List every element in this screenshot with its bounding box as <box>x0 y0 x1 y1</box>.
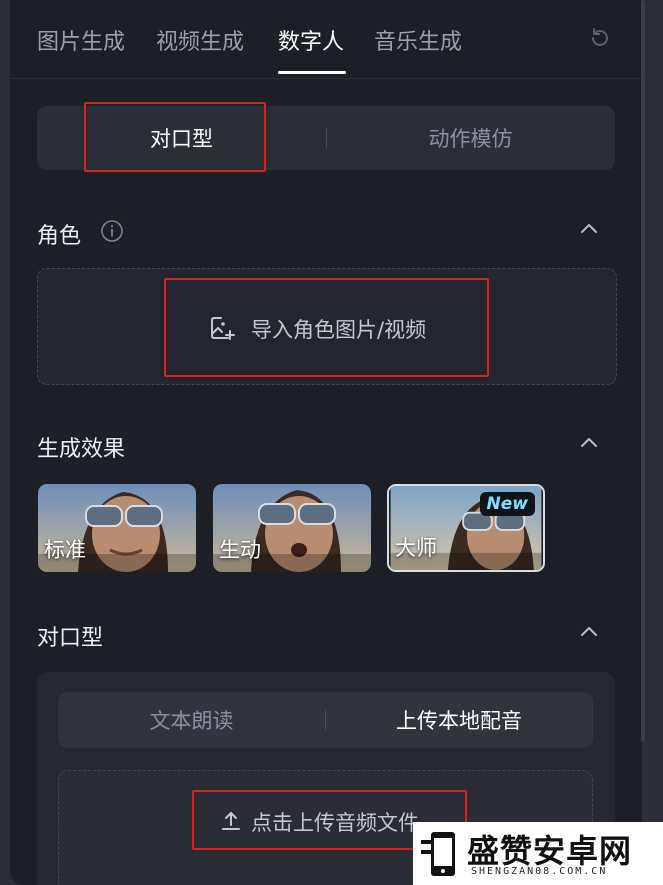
lipsync-collapse-chevron-icon[interactable] <box>580 625 598 637</box>
mode-option-lipsync[interactable]: 对口型 <box>37 106 326 170</box>
tab-digital-human[interactable]: 数字人 <box>278 24 344 56</box>
watermark: 盛赞安卓网 SHENGZAN08.COM.CN <box>413 822 663 885</box>
role-collapse-chevron-icon[interactable] <box>580 222 598 234</box>
scrollbar[interactable] <box>641 0 645 742</box>
digital-human-panel: 图片生成 视频生成 数字人 音乐生成 对口型 动作模仿 角色 导入角色图片/视频… <box>10 0 642 885</box>
effect-label: 生动 <box>219 538 261 562</box>
watermark-url: SHENGZAN08.COM.CN <box>471 866 608 877</box>
audio-source-toggle: 文本朗读 上传本地配音 <box>58 692 593 748</box>
refresh-icon[interactable] <box>588 26 612 50</box>
new-badge: New <box>479 492 535 516</box>
audio-upload-label: 点击上传音频文件 <box>251 811 419 835</box>
mode-toggle: 对口型 动作模仿 <box>37 106 615 170</box>
source-option-text-reading[interactable]: 文本朗读 <box>58 692 325 748</box>
lipsync-section-title: 对口型 <box>37 626 104 651</box>
tab-video-generation[interactable]: 视频生成 <box>156 24 244 56</box>
effect-label: 大师 <box>395 536 437 560</box>
effect-option-master[interactable]: New 大师 <box>387 484 545 572</box>
effect-section-title: 生成效果 <box>37 437 126 462</box>
image-add-icon <box>211 317 235 340</box>
upload-icon <box>222 812 240 830</box>
source-option-upload-audio[interactable]: 上传本地配音 <box>325 692 593 748</box>
phone-logo-icon <box>421 832 455 876</box>
active-tab-indicator <box>278 71 346 74</box>
info-icon[interactable] <box>100 219 124 243</box>
role-upload-dropzone[interactable]: 导入角色图片/视频 <box>37 268 617 385</box>
effect-option-standard[interactable]: 标准 <box>38 484 196 572</box>
effect-collapse-chevron-icon[interactable] <box>580 436 598 448</box>
top-tab-bar: 图片生成 视频生成 数字人 音乐生成 <box>10 0 642 79</box>
role-upload-label: 导入角色图片/视频 <box>251 318 427 342</box>
tab-image-generation[interactable]: 图片生成 <box>37 24 125 56</box>
effect-option-vivid[interactable]: 生动 <box>213 484 371 572</box>
mode-option-motion-imitation[interactable]: 动作模仿 <box>326 106 615 170</box>
effect-label: 标准 <box>44 538 86 562</box>
role-section-title: 角色 <box>37 224 82 249</box>
tab-music-generation[interactable]: 音乐生成 <box>374 24 462 56</box>
